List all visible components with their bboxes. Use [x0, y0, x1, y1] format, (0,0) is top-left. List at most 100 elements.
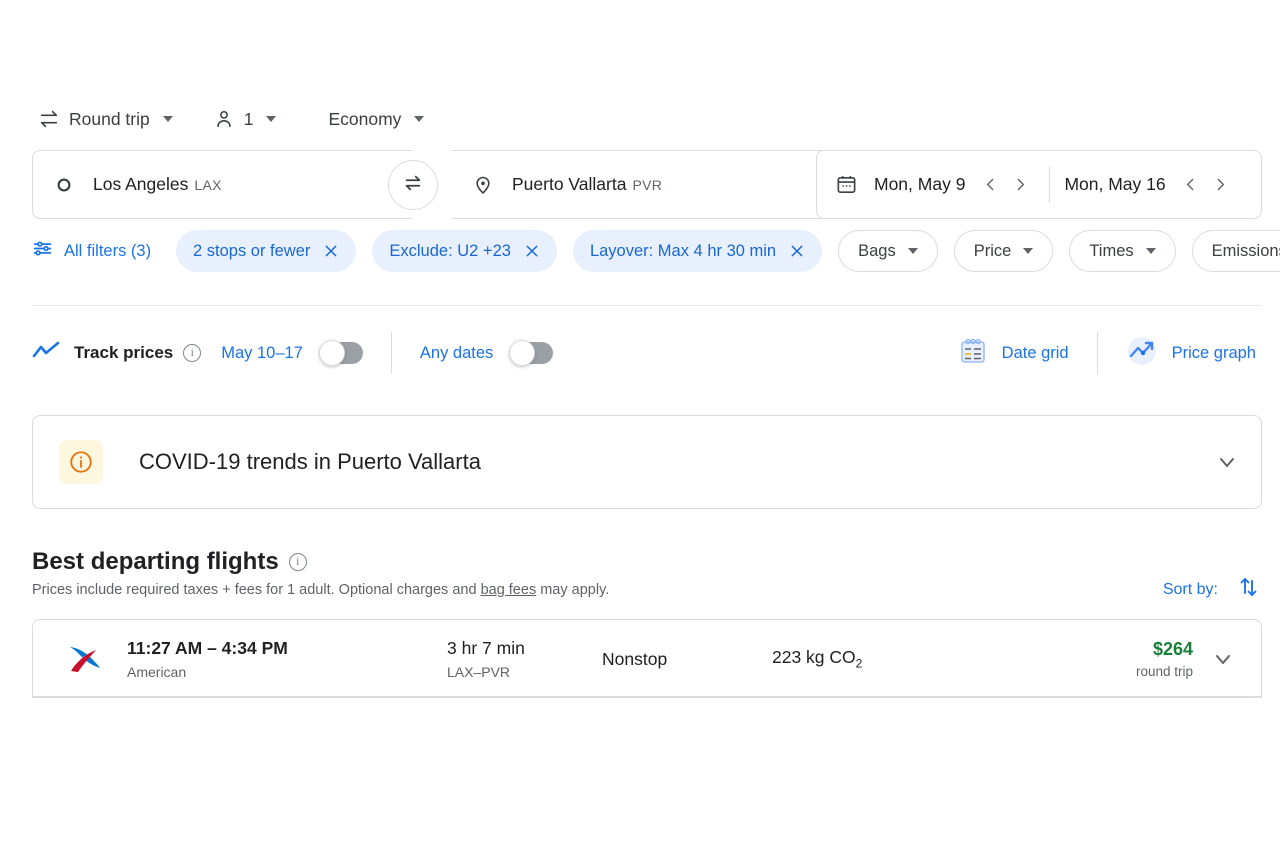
flight-price-type: round trip [1135, 664, 1193, 679]
any-dates-toggle[interactable] [509, 340, 554, 366]
sort-by-control[interactable]: Sort by: [1163, 575, 1260, 604]
departure-date-segment[interactable]: Mon, May 9 [874, 170, 1035, 200]
track-prices-row: Track prices i May 10–17 Any dates Date … [32, 330, 1262, 376]
results-subtitle-before: Prices include required taxes + fees for… [32, 582, 481, 598]
flight-airline: American [127, 664, 187, 680]
chevron-down-icon[interactable] [1203, 647, 1243, 671]
section-divider [32, 305, 1262, 306]
filter-chips-scroll: 2 stops or fewer Exclude: U2 +23 Layover… [176, 230, 1280, 272]
toggle-knob [318, 340, 345, 366]
covid-banner-title: COVID-19 trends in Puerto Vallarta [139, 449, 481, 474]
google-flights-page: Round trip 1 Economy Los Angeles LAX Pue… [0, 0, 1280, 850]
trip-type-selector[interactable]: Round trip [32, 103, 183, 135]
chip-stops[interactable]: 2 stops or fewer [176, 230, 357, 272]
all-filters-label: All filters (3) [64, 241, 152, 260]
return-date-nav [1176, 170, 1236, 200]
chip-bags[interactable]: Bags [838, 230, 938, 272]
sort-by-label: Sort by: [1162, 580, 1218, 598]
chip-emissions-label: Emissions [1211, 241, 1280, 260]
track-date-range-label[interactable]: May 10–17 [221, 344, 303, 363]
page-title: Best departing flights [32, 548, 279, 575]
chip-stops-label: 2 stops or fewer [193, 241, 311, 260]
flight-price-col: $264 round trip [1136, 639, 1203, 679]
flight-result-card[interactable]: 11:27 AM – 4:34 PM American 3 hr 7 min L… [32, 619, 1262, 697]
origin-code: LAX [194, 176, 222, 193]
flight-emissions-col: 223 kg CO2 [772, 647, 1012, 671]
price-graph-icon [1126, 335, 1158, 372]
chip-layover-label: Layover: Max 4 hr 30 min [589, 241, 777, 260]
track-divider [390, 332, 392, 374]
flight-stops: Nonstop [602, 648, 668, 669]
chevron-down-icon[interactable] [1215, 450, 1239, 474]
info-icon[interactable]: i [183, 344, 202, 362]
swap-origin-destination-wrap [388, 160, 438, 210]
american-airlines-logo [63, 639, 109, 679]
price-graph-button[interactable]: Price graph [1120, 331, 1262, 376]
sort-arrows-icon[interactable] [1236, 575, 1260, 604]
chevron-down-icon [414, 116, 425, 122]
origin-city: Los Angeles [93, 174, 189, 194]
trending-line-icon [32, 340, 60, 367]
chip-exclude-airlines-remove-icon[interactable] [524, 243, 540, 259]
chevron-down-icon [907, 248, 918, 254]
chip-times[interactable]: Times [1069, 230, 1176, 272]
cabin-class-label: Economy [328, 108, 402, 129]
table-row: 11:27 AM – 4:34 PM American 3 hr 7 min L… [33, 620, 1261, 696]
track-prices-group: Track prices i May 10–17 [32, 340, 363, 367]
info-icon[interactable]: i [288, 553, 307, 571]
chip-exclude-airlines-label: Exclude: U2 +23 [389, 241, 511, 260]
swap-button[interactable] [388, 160, 438, 210]
info-outline-icon [59, 440, 103, 484]
covid-banner[interactable]: COVID-19 trends in Puerto Vallarta [32, 415, 1262, 509]
chip-exclude-airlines[interactable]: Exclude: U2 +23 [372, 230, 557, 272]
person-icon [213, 108, 235, 130]
calendar-icon [835, 173, 858, 196]
return-next-day-button[interactable] [1206, 170, 1236, 200]
date-grid-label: Date grid [1001, 343, 1069, 362]
departure-date: Mon, May 9 [874, 174, 966, 194]
results-subtitle-after: may apply. [536, 582, 610, 598]
departure-prev-day-button[interactable] [975, 170, 1005, 200]
results-subtitle: Prices include required taxes + fees for… [32, 582, 609, 598]
chevron-down-icon [1023, 248, 1034, 254]
chip-layover-remove-icon[interactable] [789, 243, 805, 259]
chip-emissions[interactable]: Emissions [1191, 230, 1280, 272]
bag-fees-link[interactable]: bag fees [481, 582, 537, 598]
chevron-down-icon [162, 116, 173, 122]
trip-options-bar: Round trip 1 Economy [32, 102, 434, 136]
passengers-count: 1 [243, 108, 254, 129]
location-pin-icon [470, 174, 496, 196]
price-graph-label: Price graph [1171, 343, 1256, 362]
origin-input[interactable]: Los Angeles LAX [32, 150, 412, 219]
tools-divider [1096, 332, 1098, 374]
chip-price[interactable]: Price [953, 230, 1054, 272]
departure-next-day-button[interactable] [1005, 170, 1035, 200]
chip-stops-remove-icon[interactable] [323, 243, 339, 259]
flight-route: LAX–PVR [447, 664, 511, 680]
flight-card-bottom-border [32, 697, 1262, 698]
toggle-knob [509, 340, 536, 366]
flight-duration: 3 hr 7 min [447, 638, 525, 658]
chevron-down-icon [266, 116, 277, 122]
chip-times-label: Times [1089, 241, 1134, 260]
passengers-selector[interactable]: 1 [207, 103, 287, 135]
all-filters-button[interactable]: All filters (3) [32, 230, 158, 272]
chip-layover[interactable]: Layover: Max 4 hr 30 min [572, 230, 823, 272]
date-grid-button[interactable]: Date grid [952, 332, 1075, 375]
cabin-class-selector[interactable]: Economy [322, 104, 434, 135]
trip-type-label: Round trip [69, 108, 150, 129]
destination-code: PVR [632, 176, 663, 193]
any-dates-group: Any dates [420, 340, 554, 366]
destination-input[interactable]: Puerto Vallarta PVR [452, 150, 830, 219]
dates-field[interactable]: Mon, May 9 Mon, May 16 [816, 150, 1262, 219]
chevron-down-icon [1145, 248, 1156, 254]
swap-arrows-icon [402, 172, 424, 199]
filter-chips-row: 2 stops or fewer Exclude: U2 +23 Layover… [0, 230, 1280, 272]
return-date-segment[interactable]: Mon, May 16 [1064, 170, 1235, 200]
track-prices-label: Track prices [74, 343, 174, 362]
track-date-range-toggle[interactable] [318, 340, 363, 366]
flight-stops-col: Nonstop [602, 649, 772, 670]
return-prev-day-button[interactable] [1176, 170, 1206, 200]
any-dates-label[interactable]: Any dates [420, 344, 493, 363]
return-date: Mon, May 16 [1064, 174, 1166, 194]
